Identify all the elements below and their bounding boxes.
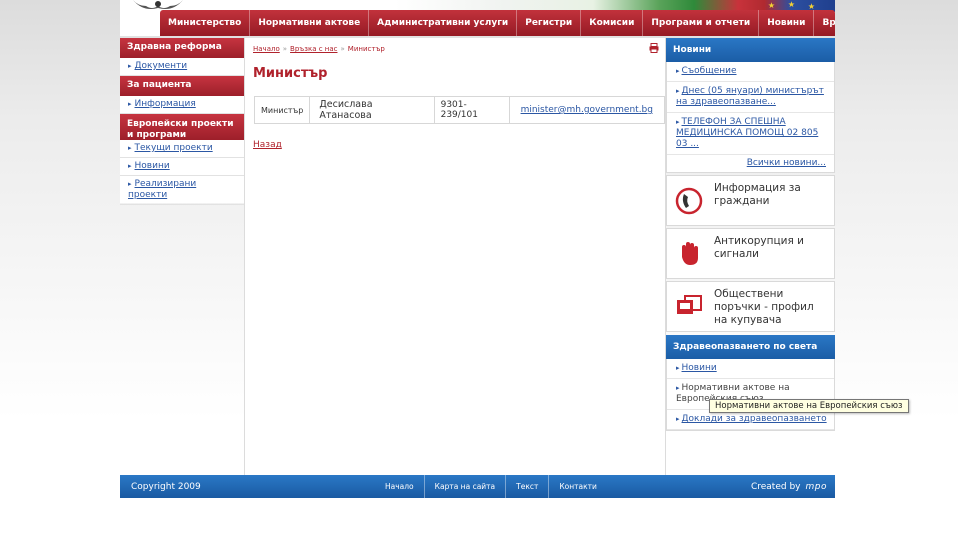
news-item[interactable]: ▸ Днес (05 януари) министърът на здравеоп…: [667, 82, 834, 113]
sidebar-link-completed-projects[interactable]: Реализирани проекти: [128, 179, 196, 200]
link-tooltip: Нормативни актове на Европейския съюз: [709, 399, 909, 413]
nav-links[interactable]: Връзки: [814, 10, 835, 36]
world-health-box: ▸ Новини ▸ Нормативни актове на Европейски…: [666, 359, 835, 431]
created-by: Created by mpo: [751, 475, 827, 499]
bullet-icon: ▸: [128, 180, 132, 188]
sidebar-heading-eu-projects: Европейски проекти и програми: [120, 114, 244, 140]
world-health-link[interactable]: Доклади за здравеопазването: [682, 414, 827, 424]
bullet-icon: ▸: [128, 100, 132, 108]
promo-citizen-info[interactable]: Информация за граждани: [666, 175, 835, 226]
footer-link-text[interactable]: Текст: [506, 475, 550, 499]
footer-link-contacts[interactable]: Контакти: [549, 475, 607, 499]
sidebar-item-documents[interactable]: ▸ Документи: [120, 58, 244, 76]
promo-text: Информация за граждани: [714, 182, 801, 207]
phone-icon: [675, 186, 703, 216]
bullet-icon: ▸: [676, 364, 680, 372]
news-link[interactable]: ТЕЛЕФОН ЗА СПЕШНА МЕДИЦИНСКА ПОМОЩ 02 80…: [676, 117, 818, 149]
promo-anticorruption[interactable]: Антикорупция и сигнали: [666, 228, 835, 279]
sidebar-link-documents[interactable]: Документи: [135, 61, 188, 71]
breadcrumb-separator: »: [282, 45, 288, 53]
news-heading: Новини: [666, 38, 835, 62]
footer-link-sitemap[interactable]: Карта на сайта: [425, 475, 507, 499]
sidebar-item-current-projects[interactable]: ▸ Текущи проекти: [120, 140, 244, 158]
all-news-link[interactable]: Всички новини...: [747, 158, 826, 168]
copyright: Copyright 2009: [131, 482, 201, 492]
nav-registers[interactable]: Регистри: [517, 10, 582, 36]
bullet-icon: ▸: [676, 384, 680, 392]
main-content: Начало» Връзка с нас» Министър Министър Ми…: [244, 38, 666, 475]
bullet-icon: ▸: [676, 87, 680, 95]
world-health-heading: Здравеопазването по света: [666, 335, 835, 359]
sidebar-link-information[interactable]: Информация: [135, 99, 196, 109]
promo-text: Обществени поръчки - профил на купувача: [714, 288, 814, 326]
contact-phone: 9301-239/101: [433, 96, 510, 124]
bullet-icon: ▸: [676, 415, 680, 423]
contact-position: Министър: [253, 96, 311, 124]
site-container: ★ ★ ★ Министерство Нормативни актове Адм…: [120, 0, 835, 498]
footer-links: Начало Карта на сайта Текст Контакти: [375, 475, 607, 499]
contact-name: Десислава Атанасова: [309, 96, 435, 124]
table-row: Министър Десислава Атанасова 9301-239/10…: [253, 96, 666, 124]
sidebar-link-current-projects[interactable]: Текущи проекти: [135, 143, 213, 153]
nav-normative-acts[interactable]: Нормативни актове: [250, 10, 370, 36]
back-link[interactable]: Назад: [253, 140, 282, 150]
sidebar-heading-for-patient: За пациента: [120, 76, 244, 96]
breadcrumb: Начало» Връзка с нас» Министър: [253, 45, 385, 53]
breadcrumb-separator: »: [340, 45, 345, 53]
page-title: Министър: [253, 66, 328, 81]
contact-table: Министър Десислава Атанасова 9301-239/10…: [253, 96, 666, 124]
header: ★ ★ ★ Министерство Нормативни актове Адм…: [120, 0, 835, 36]
nav-commissions[interactable]: Комисии: [581, 10, 644, 36]
left-sidebar: Здравна реформа ▸ Документи За пациента ▸…: [120, 38, 244, 205]
news-box: ▸ Съобщение ▸ Днес (05 януари) министърът …: [666, 62, 835, 173]
contact-email-link[interactable]: minister@mh.government.bg: [521, 105, 653, 115]
sidebar-heading-health-reform: Здравна реформа: [120, 38, 244, 58]
creator-logo[interactable]: mpo: [806, 475, 828, 499]
footer-link-home[interactable]: Начало: [375, 475, 425, 499]
news-item[interactable]: ▸ Съобщение: [667, 62, 834, 82]
procurement-icon: [675, 292, 703, 322]
breadcrumb-contact[interactable]: Връзка с нас: [290, 45, 337, 53]
top-navigation: Министерство Нормативни актове Администр…: [160, 10, 835, 36]
sidebar-item-news[interactable]: ▸ Новини: [120, 158, 244, 176]
news-link[interactable]: Съобщение: [682, 66, 737, 76]
created-by-label: Created by: [750, 482, 801, 492]
bullet-icon: ▸: [128, 144, 132, 152]
bullet-icon: ▸: [128, 62, 132, 70]
bullet-icon: ▸: [676, 118, 680, 126]
promo-public-procurement[interactable]: Обществени поръчки - профил на купувача: [666, 281, 835, 332]
sidebar-item-information[interactable]: ▸ Информация: [120, 96, 244, 114]
promo-text: Антикорупция и сигнали: [714, 235, 804, 260]
breadcrumb-home[interactable]: Начало: [253, 45, 280, 53]
hand-stop-icon: [675, 239, 703, 269]
eu-star-icon: ★: [787, 0, 795, 9]
nav-programs-reports[interactable]: Програми и отчети: [643, 10, 760, 36]
sidebar-item-completed-projects[interactable]: ▸ Реализирани проекти: [120, 176, 244, 205]
nav-ministry[interactable]: Министерство: [160, 10, 251, 36]
breadcrumb-current: Министър: [347, 45, 385, 53]
world-health-item[interactable]: ▸ Новини: [667, 359, 834, 379]
bullet-icon: ▸: [128, 162, 132, 170]
print-icon[interactable]: [649, 43, 659, 53]
bullet-icon: ▸: [676, 67, 680, 75]
eu-star-icon: ★: [767, 1, 775, 10]
nav-news[interactable]: Новини: [759, 10, 815, 36]
world-health-item[interactable]: ▸ Доклади за здравеопазването: [667, 410, 834, 430]
footer: Copyright 2009 Начало Карта на сайта Тек…: [120, 475, 835, 499]
world-health-link[interactable]: Новини: [682, 363, 717, 373]
news-link[interactable]: Днес (05 януари) министърът на здравеопа…: [676, 86, 824, 107]
news-item[interactable]: ▸ ТЕЛЕФОН ЗА СПЕШНА МЕДИЦИНСКА ПОМОЩ 02 8…: [667, 113, 834, 155]
nav-admin-services[interactable]: Административни услуги: [369, 10, 518, 36]
sidebar-link-news[interactable]: Новини: [135, 161, 170, 171]
